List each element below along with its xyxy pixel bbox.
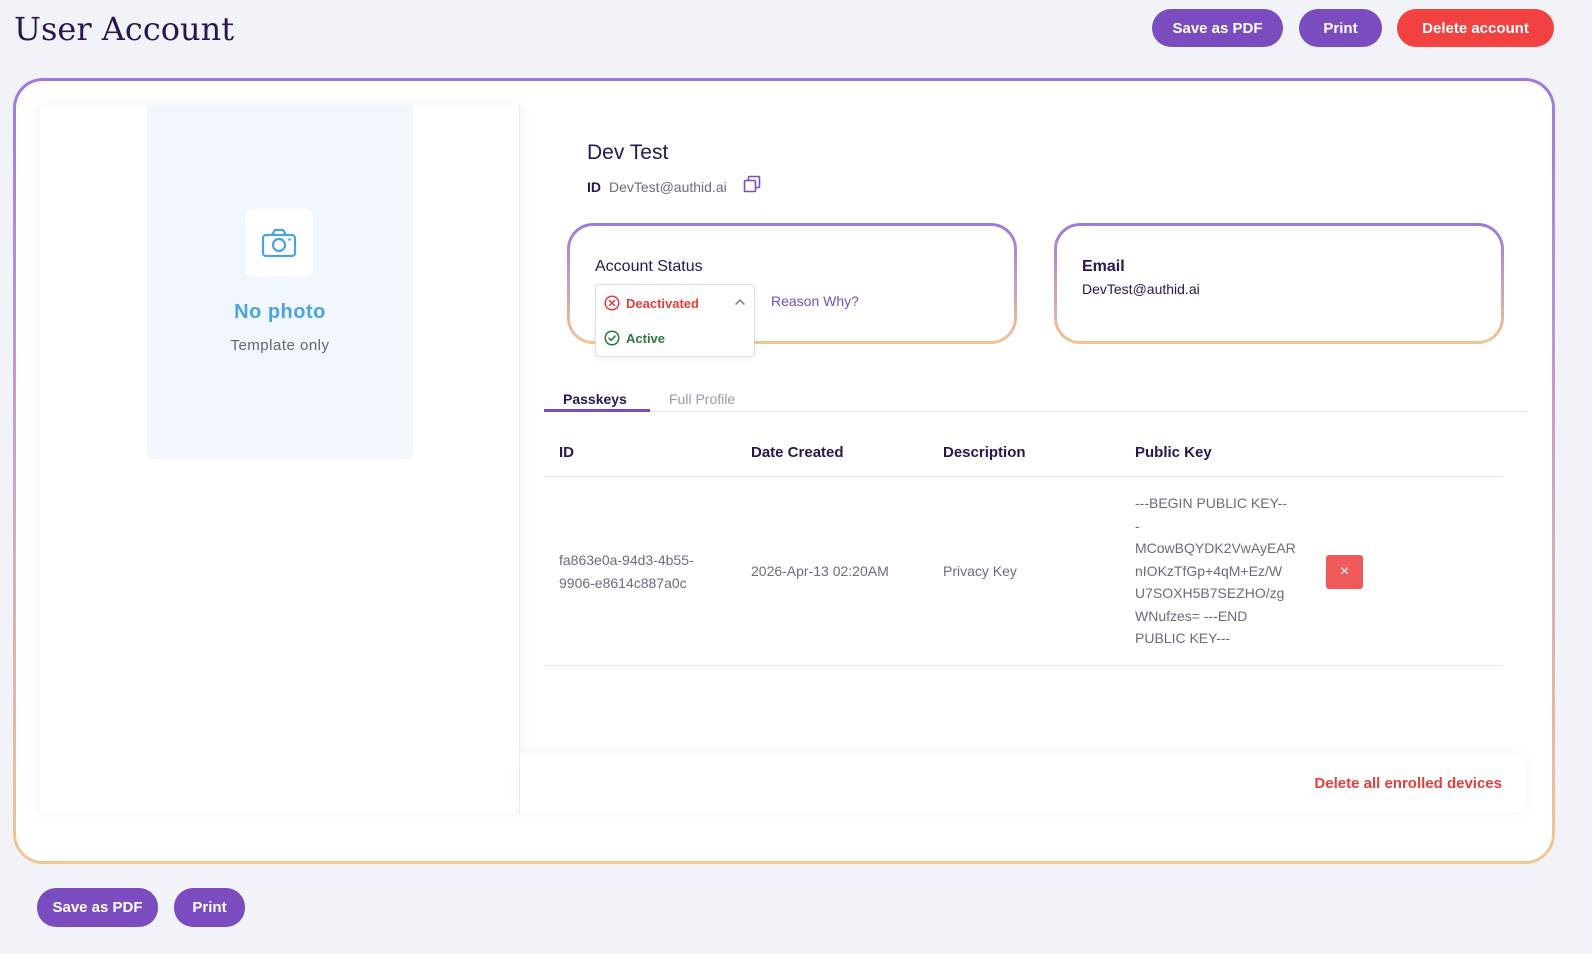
passkey-id-line: fa863e0a-94d3-4b55- bbox=[559, 552, 694, 568]
status-dropdown[interactable]: Deactivated Active bbox=[595, 284, 755, 357]
bottom-print-button[interactable]: Print bbox=[174, 888, 245, 927]
account-panel: No photo Template only Dev Test ID DevTe… bbox=[16, 81, 1552, 861]
public-key-line: U7SOXH5B7SEZHO/zg bbox=[1135, 585, 1285, 601]
reason-why-link[interactable]: Reason Why? bbox=[771, 293, 859, 309]
delete-all-devices-link[interactable]: Delete all enrolled devices bbox=[1314, 775, 1502, 792]
column-header-id: ID bbox=[559, 444, 574, 461]
status-option-label: Active bbox=[626, 330, 666, 346]
id-label: ID bbox=[587, 179, 601, 195]
tab-full-profile[interactable]: Full Profile bbox=[669, 391, 735, 407]
column-header-public-key: Public Key bbox=[1135, 444, 1212, 461]
tab-passkeys[interactable]: Passkeys bbox=[563, 391, 627, 407]
x-circle-icon bbox=[604, 295, 620, 311]
template-only-label: Template only bbox=[230, 337, 330, 354]
copy-icon[interactable] bbox=[743, 175, 761, 193]
status-option-active[interactable]: Active bbox=[604, 330, 665, 346]
description-cell: Privacy Key bbox=[943, 563, 1017, 579]
public-key-line: ---BEGIN PUBLIC KEY-- bbox=[1135, 495, 1287, 511]
save-as-pdf-button[interactable]: Save as PDF bbox=[1152, 9, 1283, 47]
delete-passkey-button[interactable]: × bbox=[1326, 555, 1363, 589]
email-value: DevTest@authid.ai bbox=[1082, 281, 1200, 297]
chevron-up-icon[interactable] bbox=[734, 298, 746, 306]
public-key-cell: ---BEGIN PUBLIC KEY-- - MCowBQYDK2VwAyEA… bbox=[1135, 492, 1296, 650]
status-option-deactivated[interactable]: Deactivated bbox=[604, 295, 699, 311]
header-divider bbox=[544, 476, 1503, 477]
page-title: User Account bbox=[14, 10, 235, 48]
row-divider bbox=[544, 665, 1503, 666]
public-key-line: - bbox=[1135, 517, 1140, 534]
account-status-title: Account Status bbox=[595, 258, 703, 275]
column-header-description: Description bbox=[943, 444, 1026, 461]
public-key-line: MCowBQYDK2VwAyEAR bbox=[1135, 540, 1296, 556]
email-title: Email bbox=[1082, 258, 1125, 275]
passkey-id-cell: fa863e0a-94d3-4b55- 9906-e8614c887a0c bbox=[559, 549, 694, 594]
date-created-cell: 2026-Apr-13 02:20AM bbox=[751, 563, 889, 579]
user-id-row: ID DevTest@authid.ai bbox=[587, 175, 761, 195]
status-option-label: Deactivated bbox=[626, 295, 699, 311]
photo-placeholder: No photo Template only bbox=[147, 105, 413, 459]
id-value: DevTest@authid.ai bbox=[609, 179, 727, 195]
email-card: Email DevTest@authid.ai bbox=[1054, 223, 1504, 344]
public-key-line: nIOKzTfGp+4qM+Ez/W bbox=[1135, 562, 1283, 579]
tabs-divider bbox=[544, 411, 1526, 412]
public-key-line: WNufzes= ---END bbox=[1135, 607, 1248, 624]
public-key-line: PUBLIC KEY--- bbox=[1135, 630, 1231, 646]
bottom-save-as-pdf-button[interactable]: Save as PDF bbox=[37, 888, 158, 927]
camera-icon bbox=[261, 228, 297, 258]
account-frame: No photo Template only Dev Test ID DevTe… bbox=[13, 78, 1555, 864]
check-circle-icon bbox=[604, 330, 620, 346]
no-photo-label: No photo bbox=[234, 301, 326, 323]
passkey-id-line: 9906-e8614c887a0c bbox=[559, 574, 687, 591]
print-button[interactable]: Print bbox=[1299, 9, 1382, 47]
active-tab-indicator bbox=[544, 409, 650, 412]
user-name: Dev Test bbox=[587, 141, 669, 164]
panel-divider bbox=[519, 105, 520, 813]
camera-tile bbox=[245, 209, 313, 277]
column-header-date-created: Date Created bbox=[751, 444, 844, 461]
photo-panel: No photo Template only bbox=[40, 105, 520, 813]
delete-account-button[interactable]: Delete account bbox=[1397, 9, 1554, 47]
devices-footer: Delete all enrolled devices bbox=[520, 753, 1526, 813]
